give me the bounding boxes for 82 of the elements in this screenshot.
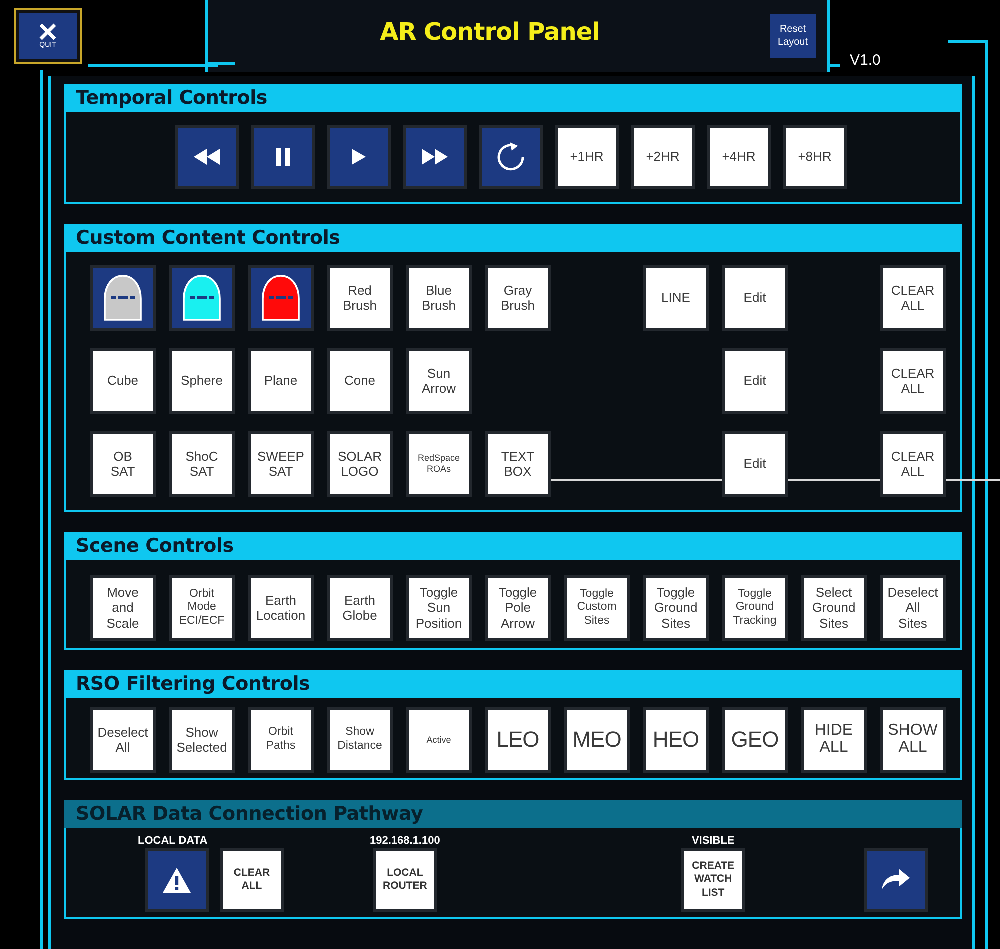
control-button[interactable]: CREATE WATCH LIST xyxy=(684,851,742,909)
control-button[interactable]: RedSpace ROAs xyxy=(409,434,469,494)
fast-forward-button[interactable] xyxy=(406,128,464,186)
control-button[interactable]: HEO xyxy=(646,710,706,770)
control-button[interactable]: TEXT BOX xyxy=(488,434,548,494)
control-button[interactable]: +4HR xyxy=(710,128,768,186)
brush-button[interactable] xyxy=(172,268,232,328)
control-button[interactable]: +1HR xyxy=(558,128,616,186)
control-button[interactable]: +8HR xyxy=(786,128,844,186)
version-label: V1.0 xyxy=(850,52,881,69)
share-arrow-button[interactable] xyxy=(867,851,926,909)
control-button[interactable]: OB SAT xyxy=(93,434,153,494)
control-button[interactable]: Edit xyxy=(725,268,785,328)
control-button[interactable]: MEO xyxy=(567,710,627,770)
control-button[interactable]: SWEEP SAT xyxy=(251,434,311,494)
control-button[interactable]: LEO xyxy=(488,710,548,770)
share-arrow-icon xyxy=(882,869,910,891)
rewind-icon xyxy=(194,149,220,165)
control-button[interactable]: Active xyxy=(409,710,469,770)
fast-forward-icon xyxy=(422,149,448,165)
control-button[interactable]: +2HR xyxy=(634,128,692,186)
control-button[interactable]: Blue Brush xyxy=(409,268,469,328)
warning-icon xyxy=(163,868,191,892)
rewind-button[interactable] xyxy=(178,128,236,186)
section-header: Temporal Controls xyxy=(64,84,962,112)
control-button[interactable]: Plane xyxy=(251,351,311,411)
window-title: AR Control Panel xyxy=(379,18,601,46)
control-button[interactable]: Edit xyxy=(725,351,785,411)
control-button[interactable]: Cone xyxy=(330,351,390,411)
control-button[interactable]: Toggle Ground Sites xyxy=(646,578,706,638)
control-button[interactable]: LOCAL ROUTER xyxy=(376,851,434,909)
control-button[interactable]: Sphere xyxy=(172,351,232,411)
control-button[interactable]: CLEAR ALL xyxy=(883,268,943,328)
replay-button[interactable] xyxy=(482,128,540,186)
connection-caption: LOCAL DATA xyxy=(138,835,208,847)
brush-button[interactable] xyxy=(93,268,153,328)
brush-dome-icon xyxy=(182,275,222,321)
control-button[interactable]: Earth Globe xyxy=(330,578,390,638)
control-button[interactable]: Show Selected xyxy=(172,710,232,770)
play-icon xyxy=(352,149,366,165)
section-header: Custom Content Controls xyxy=(64,224,962,252)
control-button[interactable]: LINE xyxy=(646,268,706,328)
brush-dome-icon xyxy=(103,275,143,321)
play-button[interactable] xyxy=(330,128,388,186)
control-button[interactable]: CLEAR ALL xyxy=(883,434,943,494)
control-button[interactable]: HIDE ALL xyxy=(804,710,864,770)
control-button[interactable]: Red Brush xyxy=(330,268,390,328)
control-button[interactable]: SHOW ALL xyxy=(883,710,943,770)
section-header: RSO Filtering Controls xyxy=(64,670,962,698)
control-button[interactable]: CLEAR ALL xyxy=(223,851,281,909)
control-button[interactable]: Earth Location xyxy=(251,578,311,638)
control-button[interactable]: Gray Brush xyxy=(488,268,548,328)
control-button[interactable]: SOLAR LOGO xyxy=(330,434,390,494)
brush-button[interactable] xyxy=(251,268,311,328)
section-header: SOLAR Data Connection Pathway xyxy=(64,800,962,828)
section-header: Scene Controls xyxy=(64,532,962,560)
control-button[interactable]: GEO xyxy=(725,710,785,770)
control-button[interactable]: Sun Arrow xyxy=(409,351,469,411)
replay-icon xyxy=(496,142,526,172)
control-button[interactable]: Select Ground Sites xyxy=(804,578,864,638)
control-button[interactable]: ShoC SAT xyxy=(172,434,232,494)
control-button[interactable]: CLEAR ALL xyxy=(883,351,943,411)
brush-dome-icon xyxy=(261,275,301,321)
control-button[interactable]: Edit xyxy=(725,434,785,494)
connection-caption: 192.168.1.100 xyxy=(370,835,440,847)
control-button[interactable]: Cube xyxy=(93,351,153,411)
control-button[interactable]: Deselect All xyxy=(93,710,153,770)
control-button[interactable]: Toggle Pole Arrow xyxy=(488,578,548,638)
control-button[interactable]: Orbit Paths xyxy=(251,710,311,770)
control-button[interactable]: Toggle Custom Sites xyxy=(567,578,627,638)
control-button[interactable]: Toggle Sun Position xyxy=(409,578,469,638)
control-button[interactable]: Deselect All Sites xyxy=(883,578,943,638)
control-button[interactable]: Orbit Mode ECI/ECF xyxy=(172,578,232,638)
control-button[interactable]: Move and Scale xyxy=(93,578,153,638)
warning-button[interactable] xyxy=(148,851,206,909)
pause-button[interactable] xyxy=(254,128,312,186)
connection-caption: VISIBLE xyxy=(692,835,735,847)
pause-icon xyxy=(276,148,290,166)
control-button[interactable]: Toggle Ground Tracking xyxy=(725,578,785,638)
reset-layout-button[interactable]: Reset Layout xyxy=(770,14,816,58)
close-icon xyxy=(39,23,57,41)
control-button[interactable]: Show Distance xyxy=(330,710,390,770)
